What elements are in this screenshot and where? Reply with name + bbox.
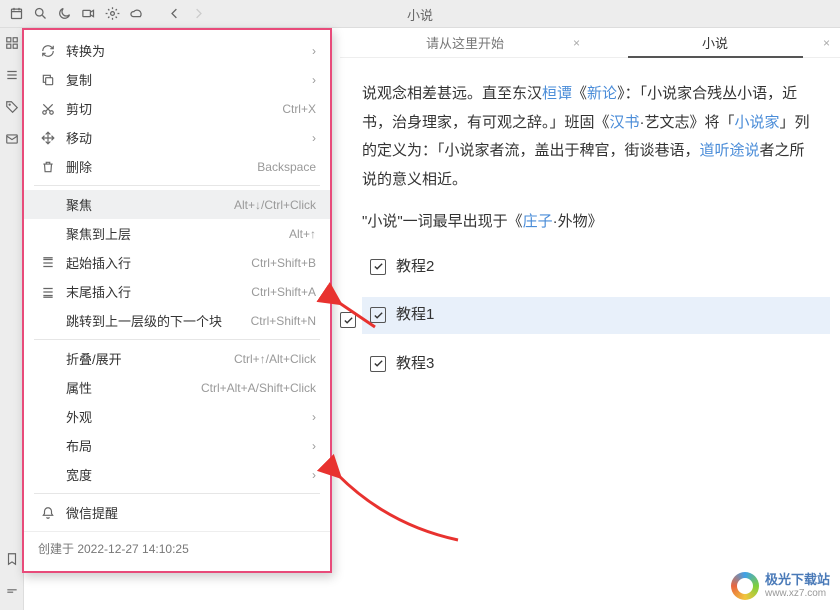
link[interactable]: 新论 (587, 85, 617, 102)
menu-focus[interactable]: 聚焦Alt+↓/Ctrl+Click (24, 190, 330, 219)
cut-icon (38, 102, 58, 116)
tab-label: 请从这里开始 (426, 33, 504, 52)
move-icon (38, 131, 58, 145)
menu-focus-up[interactable]: 聚焦到上层Alt+↑ (24, 219, 330, 248)
checkbox-icon[interactable] (370, 356, 386, 372)
shortcut-hint: Alt+↓/Ctrl+Click (234, 198, 316, 212)
menu-layout[interactable]: 布局› (24, 431, 330, 460)
shortcut-hint: Ctrl+Shift+A (251, 285, 316, 299)
checklist-item[interactable]: 教程1 (362, 297, 830, 334)
checklist-item[interactable]: 教程2 (362, 249, 830, 286)
menu-footer: 创建于 2022-12-27 14:10:25 (24, 531, 330, 565)
shortcut-hint: Alt+↑ (289, 227, 316, 241)
chevron-right-icon: › (312, 73, 316, 87)
chevron-right-icon: › (312, 468, 316, 482)
mail-icon[interactable] (3, 130, 21, 148)
shortcut-hint: Ctrl+Shift+N (251, 314, 316, 328)
link[interactable]: 小说家 (735, 114, 780, 131)
gutter-checkbox[interactable] (340, 312, 356, 328)
link[interactable]: 汉书 (610, 114, 640, 131)
menu-copy[interactable]: 复制› (24, 65, 330, 94)
close-icon[interactable]: × (573, 36, 580, 50)
window-title: 小说 (0, 5, 840, 24)
menu-attr[interactable]: 属性Ctrl+Alt+A/Shift+Click (24, 373, 330, 402)
shortcut-hint: Ctrl+Alt+A/Shift+Click (201, 381, 316, 395)
separator (34, 185, 320, 186)
left-sidebar (0, 28, 24, 610)
checklist-label: 教程2 (396, 253, 434, 282)
shortcut-hint: Ctrl+X (282, 102, 316, 116)
more-icon[interactable] (3, 582, 21, 600)
document-content: 说观念相差甚远。直至东汉桓谭《新论》：「小说家合残丛小语，近 书，治身理家，有可… (362, 80, 840, 394)
tag-icon[interactable] (3, 98, 21, 116)
menu-insert-end[interactable]: 末尾插入行Ctrl+Shift+A (24, 277, 330, 306)
checklist-item[interactable]: 教程3 (362, 346, 830, 383)
bell-icon (38, 506, 58, 520)
insert-below-icon (38, 285, 58, 299)
watermark: 极光下载站 www.xz7.com (731, 572, 830, 600)
refresh-icon (38, 44, 58, 58)
link[interactable]: 道听途说 (700, 142, 760, 159)
chevron-right-icon: › (312, 410, 316, 424)
copy-icon (38, 73, 58, 87)
paragraph: 说观念相差甚远。直至东汉桓谭《新论》：「小说家合残丛小语，近 书，治身理家，有可… (362, 80, 830, 194)
chevron-right-icon: › (312, 439, 316, 453)
menu-cut[interactable]: 剪切Ctrl+X (24, 94, 330, 123)
paragraph: "小说"一词最早出现于《庄子·外物》 (362, 208, 830, 237)
tab-bar: 请从这里开始 × 小说 × (340, 28, 840, 58)
separator (34, 339, 320, 340)
tab-novel[interactable]: 小说 × (590, 28, 840, 57)
grid-icon[interactable] (3, 34, 21, 52)
checkbox-icon[interactable] (370, 307, 386, 323)
menu-width[interactable]: 宽度› (24, 460, 330, 489)
logo-icon (731, 572, 759, 600)
tab-start[interactable]: 请从这里开始 × (340, 28, 590, 57)
checklist-label: 教程3 (396, 350, 434, 379)
checkbox-icon[interactable] (370, 259, 386, 275)
menu-fold[interactable]: 折叠/展开Ctrl+↑/Alt+Click (24, 344, 330, 373)
tab-label: 小说 (702, 33, 728, 52)
trash-icon (38, 160, 58, 174)
watermark-url: www.xz7.com (765, 588, 830, 599)
bookmark-icon[interactable] (3, 550, 21, 568)
context-menu: 转换为› 复制› 剪切Ctrl+X 移动› 删除Backspace 聚焦Alt+… (22, 28, 332, 573)
separator (34, 493, 320, 494)
link[interactable]: 庄子 (523, 213, 553, 230)
shortcut-hint: Ctrl+↑/Alt+Click (234, 352, 316, 366)
checklist-label: 教程1 (396, 301, 434, 330)
chevron-right-icon: › (312, 131, 316, 145)
menu-delete[interactable]: 删除Backspace (24, 152, 330, 181)
link[interactable]: 桓谭 (542, 85, 572, 102)
watermark-title: 极光下载站 (765, 573, 830, 587)
annotation-arrow (328, 455, 468, 548)
menu-jump-next[interactable]: 跳转到上一层级的下一个块Ctrl+Shift+N (24, 306, 330, 335)
menu-move[interactable]: 移动› (24, 123, 330, 152)
insert-above-icon (38, 256, 58, 270)
close-icon[interactable]: × (823, 36, 830, 50)
menu-appearance[interactable]: 外观› (24, 402, 330, 431)
menu-insert-start[interactable]: 起始插入行Ctrl+Shift+B (24, 248, 330, 277)
menu-wechat[interactable]: 微信提醒 (24, 498, 330, 527)
shortcut-hint: Backspace (257, 160, 316, 174)
shortcut-hint: Ctrl+Shift+B (251, 256, 316, 270)
menu-convert[interactable]: 转换为› (24, 36, 330, 65)
list-icon[interactable] (3, 66, 21, 84)
chevron-right-icon: › (312, 44, 316, 58)
